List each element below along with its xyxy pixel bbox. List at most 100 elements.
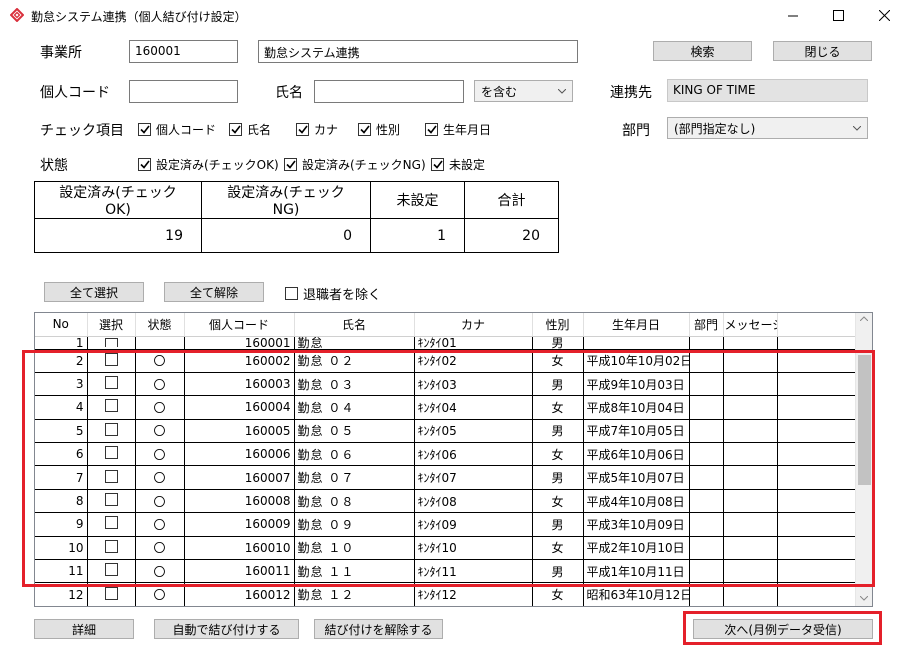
maximize-button[interactable]	[815, 0, 861, 31]
scroll-down-icon[interactable]	[860, 596, 868, 601]
summary-value-unset: 1	[370, 218, 465, 253]
chevron-down-icon	[558, 88, 566, 94]
status-check-unset[interactable]: 未設定	[431, 156, 485, 173]
office-code-input[interactable]: 160001	[129, 40, 238, 63]
code-cell: 160001	[184, 336, 295, 350]
check-label: 生年月日	[443, 123, 492, 137]
deselect-all-button[interactable]: 全て解除	[164, 282, 264, 302]
minimize-button[interactable]	[770, 0, 816, 31]
check-icon	[297, 125, 308, 134]
summary-value-ng: 0	[201, 218, 371, 253]
select-cell[interactable]	[87, 336, 136, 350]
auto-link-button[interactable]: 自動で結び付けする	[154, 619, 299, 639]
link-target-label: 連携先	[610, 85, 652, 101]
dept-value: (部門指定なし)	[674, 121, 756, 136]
birthdate-cell	[583, 336, 690, 350]
check-sex[interactable]: 性別	[358, 121, 400, 138]
highlight-box-rows	[22, 350, 875, 587]
check-icon	[139, 125, 150, 134]
scroll-up-icon[interactable]	[860, 316, 868, 321]
select-all-button[interactable]: 全て選択	[44, 282, 144, 302]
check-icon	[432, 160, 443, 169]
filler-cell	[777, 336, 856, 350]
checkbox[interactable]	[138, 158, 151, 171]
check-label: 個人コード	[156, 123, 217, 137]
column-header[interactable]: 状態	[135, 313, 185, 337]
status-cell	[135, 336, 185, 350]
exclude-retired-label: 退職者を除く	[303, 288, 382, 303]
close-button[interactable]: 閉じる	[773, 41, 872, 61]
row-checkbox[interactable]	[104, 337, 118, 347]
exclude-retired-check[interactable]: 退職者を除く	[285, 284, 381, 303]
checkbox[interactable]	[284, 158, 297, 171]
detail-button[interactable]: 詳細	[34, 619, 134, 639]
check-birthdate[interactable]: 生年月日	[425, 121, 491, 138]
summary-header: 設定済み(チェックNG)	[201, 181, 371, 219]
checkbox[interactable]	[138, 123, 151, 136]
link-target-field: KING OF TIME	[667, 79, 868, 102]
check-icon	[285, 160, 296, 169]
column-header[interactable]: 個人コード	[184, 313, 295, 337]
dept-label: 部門	[622, 123, 650, 139]
close-icon	[878, 10, 890, 21]
name-cell: 勤怠	[294, 336, 415, 350]
status-label: 状態	[40, 158, 68, 174]
window-title: 勤怠システム連携（個人結び付け設定）	[31, 10, 247, 24]
summary-value-total: 20	[464, 218, 559, 253]
column-header[interactable]: No	[35, 313, 88, 337]
search-button[interactable]: 検索	[653, 41, 752, 61]
checkbox[interactable]	[229, 123, 242, 136]
check-label: 性別	[376, 123, 401, 137]
summary-header: 未設定	[370, 181, 465, 219]
check-label: カナ	[314, 123, 339, 137]
summary-table: 設定済み(チェックOK) 設定済み(チェックNG) 未設定 合計 19 0 1 …	[34, 181, 559, 253]
unlink-button[interactable]: 結び付けを解除する	[314, 619, 443, 639]
checkbox[interactable]	[431, 158, 444, 171]
checkbox[interactable]	[358, 123, 371, 136]
match-mode-select[interactable]: を含む	[474, 80, 573, 102]
maximize-icon	[832, 10, 844, 21]
table-row[interactable]: 1 160001 勤怠 ｷﾝﾀｲ01 男	[35, 336, 856, 350]
status-check-ng[interactable]: 設定済み(チェックNG)	[284, 156, 426, 173]
person-code-input[interactable]	[129, 80, 238, 103]
column-header[interactable]: 氏名	[294, 313, 415, 337]
column-header[interactable]: 部門	[689, 313, 724, 337]
check-icon	[359, 125, 370, 134]
row-checkbox[interactable]	[104, 586, 118, 600]
person-code-label: 個人コード	[40, 85, 110, 101]
status-check-label: 設定済み(チェックNG)	[302, 158, 426, 172]
column-header[interactable]: カナ	[414, 313, 533, 337]
office-name-input[interactable]: 勤怠システム連携	[258, 40, 578, 63]
status-check-label: 未設定	[449, 158, 486, 172]
check-name[interactable]: 氏名	[229, 121, 271, 138]
status-check-ok[interactable]: 設定済み(チェックOK)	[138, 156, 279, 173]
minimize-icon	[787, 15, 798, 17]
row-no: 1	[35, 336, 88, 350]
summary-header: 設定済み(チェックOK)	[34, 181, 202, 219]
close-window-button[interactable]	[861, 0, 907, 31]
kana-cell: ｷﾝﾀｲ01	[414, 336, 533, 350]
check-person-code[interactable]: 個人コード	[138, 121, 216, 138]
column-header[interactable]: 性別	[532, 313, 584, 337]
summary-value-ok: 19	[34, 218, 202, 253]
sex-cell: 男	[532, 336, 584, 350]
next-button[interactable]: 次へ(月例データ受信)	[693, 619, 873, 639]
dept-select[interactable]: (部門指定なし)	[667, 117, 868, 139]
check-kana[interactable]: カナ	[296, 121, 338, 138]
checkbox[interactable]	[425, 123, 438, 136]
checkbox[interactable]	[285, 287, 298, 300]
app-diamond-icon	[10, 8, 24, 22]
summary-header: 合計	[464, 181, 559, 219]
column-header[interactable]: 選択	[87, 313, 136, 337]
check-icon	[426, 125, 437, 134]
check-items-label: チェック項目	[40, 123, 124, 139]
check-icon	[139, 160, 150, 169]
check-label: 氏名	[247, 123, 272, 137]
checkbox[interactable]	[296, 123, 309, 136]
status-check-label: 設定済み(チェックOK)	[156, 158, 279, 172]
dept-cell	[689, 336, 724, 350]
column-header[interactable]: 生年月日	[583, 313, 690, 337]
check-icon	[230, 125, 241, 134]
name-input[interactable]	[314, 80, 464, 103]
column-header[interactable]: メッセージ	[723, 313, 778, 337]
